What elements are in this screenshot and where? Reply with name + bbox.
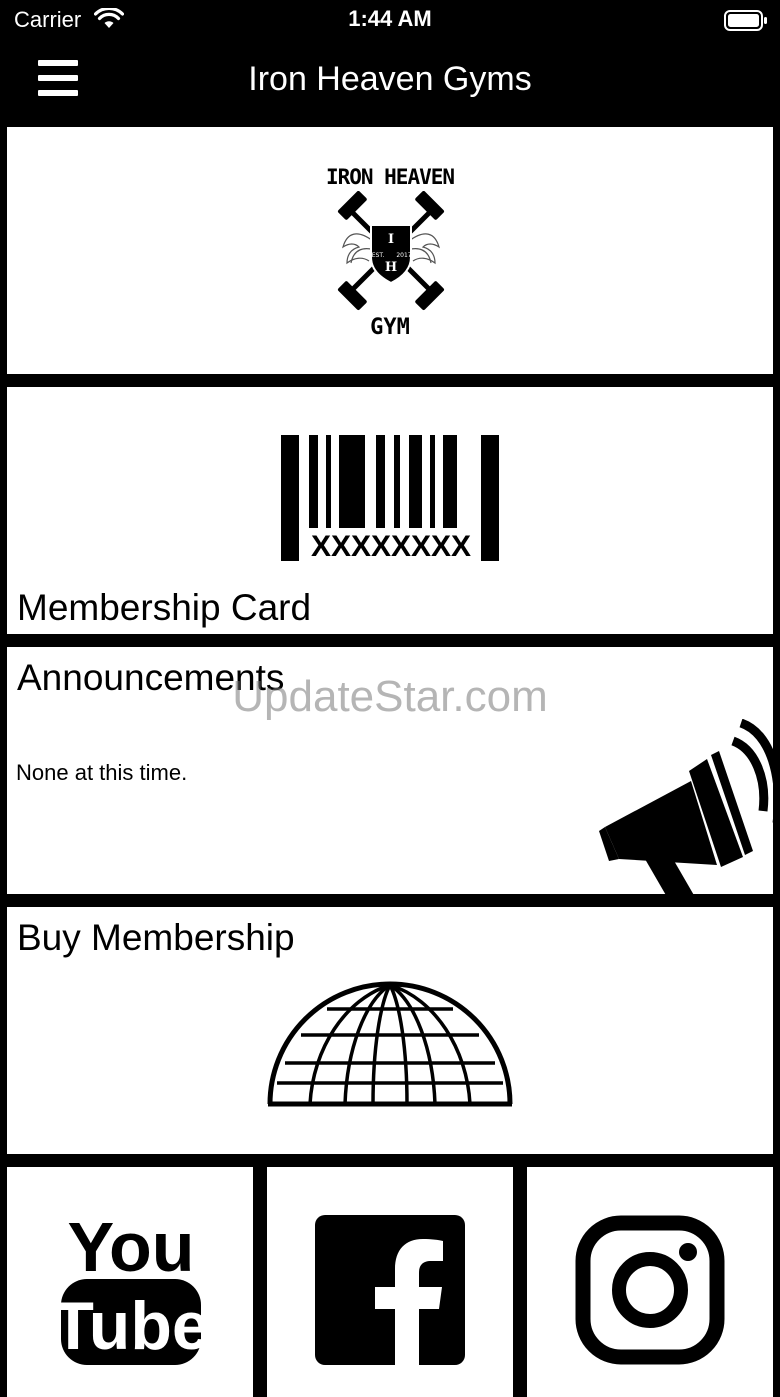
barcode-number: XXXXXXXX	[310, 530, 472, 563]
battery-icon	[724, 10, 768, 37]
youtube-line1: You	[67, 1211, 194, 1286]
membership-card-tile[interactable]: XXXXXXXX Membership Card	[7, 387, 773, 634]
membership-card-label: Membership Card	[17, 587, 312, 628]
facebook-icon	[315, 1215, 465, 1370]
announcements-tile[interactable]: Announcements None at this time.	[7, 647, 773, 894]
buy-membership-tile[interactable]: Buy Membership	[7, 907, 773, 1154]
emblem-year: 2017	[396, 252, 411, 259]
page-title: Iron Heaven Gyms	[248, 60, 532, 98]
youtube-icon: You Tube	[52, 1208, 210, 1372]
instagram-icon	[575, 1215, 725, 1370]
instagram-tile[interactable]	[527, 1167, 773, 1397]
gym-logo-tile: IRON HEAVEN I H EST. 2017 GYM	[7, 127, 773, 374]
youtube-tile[interactable]: You Tube	[7, 1167, 253, 1397]
emblem-est: EST.	[372, 252, 385, 259]
megaphone-icon	[595, 718, 773, 894]
logo-bottom-text: GYM	[370, 315, 410, 340]
dome-globe-icon	[265, 979, 515, 1114]
logo-top-text: IRON HEAVEN	[325, 165, 455, 189]
status-time: 1:44 AM	[348, 6, 432, 31]
gym-logo-emblem-icon: I H EST. 2017	[329, 190, 453, 316]
nav-bar: Iron Heaven Gyms	[0, 40, 780, 126]
status-bar: Carrier 1:44 AM	[0, 0, 780, 40]
buy-membership-label: Buy Membership	[17, 917, 295, 958]
youtube-line2: Tube	[59, 1288, 203, 1364]
emblem-letter-i: I	[388, 232, 394, 247]
announcements-body: None at this time.	[16, 760, 188, 785]
facebook-tile[interactable]	[267, 1167, 513, 1397]
emblem-letter-h: H	[385, 260, 397, 275]
announcements-label: Announcements	[17, 657, 285, 698]
